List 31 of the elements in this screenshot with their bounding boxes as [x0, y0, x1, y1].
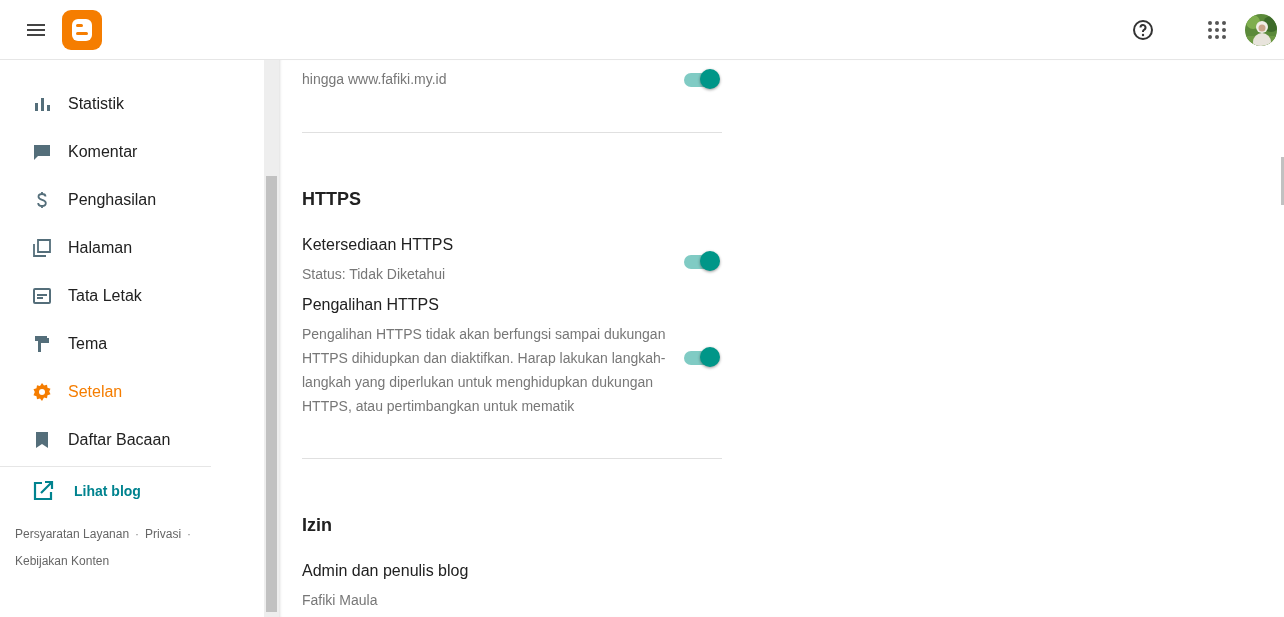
separator-dot: ·: [135, 527, 140, 541]
setting-label: Ketersediaan HTTPS: [302, 236, 455, 254]
setting-label: Admin dan penulis blog: [302, 562, 470, 580]
pages-icon: [32, 238, 52, 258]
sidebar-item[interactable]: Halaman: [0, 224, 210, 272]
setting-description: hingga www.fafiki.my.id: [302, 70, 448, 89]
sidebar-item[interactable]: Penghasilan: [0, 176, 210, 224]
sidebar-item[interactable]: Daftar Bacaan: [0, 416, 210, 464]
sidebar-item[interactable]: Komentar: [0, 128, 210, 176]
footer-link[interactable]: Privasi: [145, 527, 182, 541]
sidebar-item[interactable]: Statistik: [0, 80, 210, 128]
separator-dot: ·: [187, 527, 192, 541]
footer-link[interactable]: Persyaratan Layanan: [15, 527, 130, 541]
help-icon[interactable]: [1131, 17, 1155, 42]
layout-icon: [32, 286, 52, 306]
setting-description: Pengalihan HTTPS tidak akan berfungsi sampai dukungan HTTPS dihidupkan dan diaktifkan. Harap lakukan langkah-langkah yang diperlukan untuk menghidupkan dukungan HTTPS, atau pertimbangkan untuk mematik: [302, 325, 667, 416]
view-blog-link[interactable]: Lihat blog: [0, 467, 210, 515]
sidebar-item[interactable]: Tema: [0, 320, 210, 368]
sidebar-item[interactable]: Tata Letak: [0, 272, 210, 320]
section-heading: HTTPS: [302, 189, 362, 210]
setting-description: Status: Tidak Diketahui: [302, 265, 447, 284]
footer-link[interactable]: Kebijakan Konten: [15, 554, 110, 568]
comment-icon: [32, 142, 52, 162]
settings-icon: [32, 382, 52, 402]
section-heading: Izin: [302, 515, 333, 536]
open-external-icon: [32, 480, 54, 502]
logo-icon[interactable]: [62, 9, 102, 50]
setting-description: Fafiki Maula: [302, 591, 379, 610]
scrollbar[interactable]: [264, 60, 278, 617]
setting-label: Pengalihan HTTPS: [302, 296, 440, 314]
paint-roller-icon: [32, 334, 52, 354]
